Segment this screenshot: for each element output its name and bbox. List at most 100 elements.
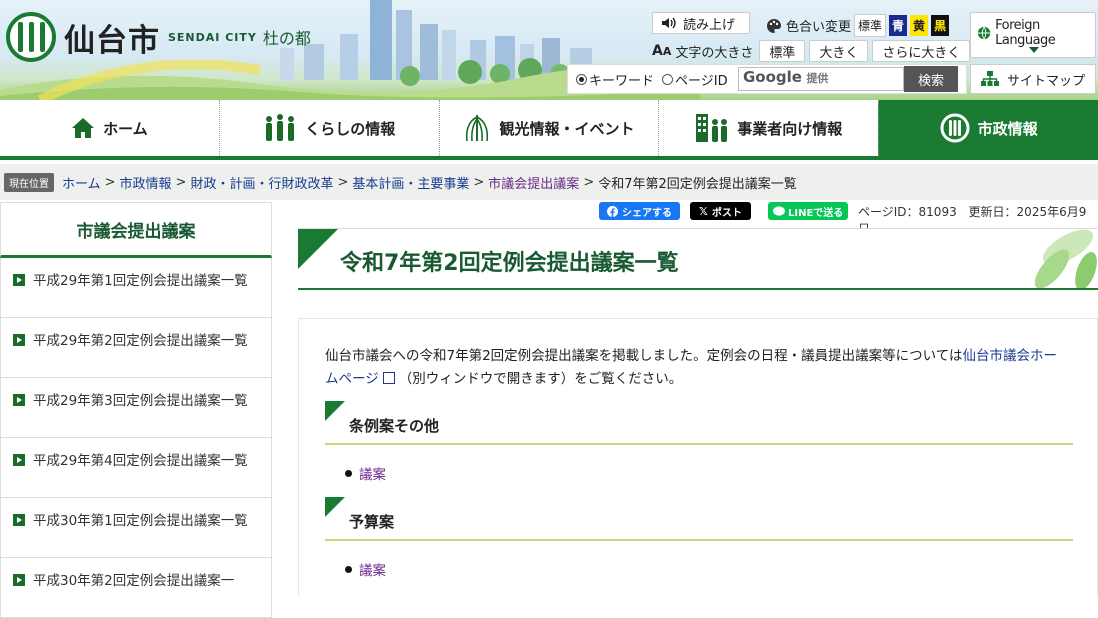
- nav-business[interactable]: 事業者向け情報: [658, 100, 878, 156]
- search-button[interactable]: 検索: [904, 66, 958, 92]
- site-header: 仙台市 SENDAI CITY 杜の都 読み上げ 色合い変更 標準 青 黄 黒 …: [0, 0, 1098, 100]
- x-post-button[interactable]: 𝕏 ポスト: [690, 202, 751, 220]
- search-bar: キーワード ページID Google 提供 検索: [567, 64, 967, 94]
- nav-city-government[interactable]: 市政情報: [878, 100, 1098, 156]
- nav-home[interactable]: ホーム: [0, 100, 219, 156]
- nav-tourism[interactable]: 観光情報・イベント: [438, 100, 659, 156]
- font-size-icon: AA: [652, 43, 672, 59]
- sidebar-item-label: 平成29年第3回定例会提出議案一覧: [33, 393, 248, 409]
- sendai-logo-mark-icon: [6, 12, 56, 62]
- sitemap-label: サイトマップ: [1007, 73, 1086, 89]
- arrow-right-icon: [13, 394, 25, 406]
- main-content: 仙台市議会への令和7年第2回定例会提出議案を掲載しました。定例会の日程・議員提出…: [298, 318, 1098, 595]
- lead-paragraph: 仙台市議会への令和7年第2回定例会提出議案を掲載しました。定例会の日程・議員提出…: [325, 345, 1065, 391]
- logo-english: SENDAI CITY: [168, 30, 257, 44]
- color-yellow-button[interactable]: 黄: [910, 15, 929, 36]
- foreign-language-button[interactable]: Foreign Language: [970, 12, 1096, 58]
- list-item: 議案: [345, 463, 386, 483]
- nav-tourism-label: 観光情報・イベント: [499, 119, 635, 138]
- facebook-share-button[interactable]: シェアする: [599, 202, 680, 220]
- site-logo[interactable]: 仙台市 SENDAI CITY 杜の都: [6, 12, 311, 62]
- font-size-standard-button[interactable]: 標準: [759, 40, 806, 62]
- nav-home-label: ホーム: [103, 119, 148, 138]
- section-heading: 条例案その他: [325, 401, 1073, 445]
- nav-city-government-label: 市政情報: [977, 119, 1038, 138]
- section-heading-label: 予算案: [349, 513, 395, 531]
- breadcrumb-current: 令和7年第2回定例会提出議案一覧: [598, 176, 797, 192]
- x-post-label: ポスト: [711, 207, 742, 219]
- arrow-right-icon: [13, 454, 25, 466]
- read-aloud-label: 読み上げ: [683, 17, 736, 33]
- font-size-large-button[interactable]: 大きく: [809, 40, 869, 62]
- sidebar-title: 市議会提出議案: [0, 202, 272, 258]
- sidebar-item[interactable]: 平成30年第2回定例会提出議案一: [0, 558, 272, 618]
- business-building-icon: [696, 114, 728, 142]
- color-change-label: 色合い変更: [786, 20, 852, 35]
- sitemap-button[interactable]: サイトマップ: [970, 64, 1096, 94]
- x-logo-icon: 𝕏: [699, 204, 708, 218]
- sidebar-item-label: 平成29年第1回定例会提出議案一覧: [33, 273, 248, 289]
- speaker-icon: [662, 17, 676, 29]
- lead-text-before: 仙台市議会への令和7年第2回定例会提出議案を掲載しました。定例会の日程・議員提出…: [325, 348, 963, 364]
- lead-text-after: （別ウィンドウで開きます）をご覧ください。: [398, 371, 683, 387]
- color-change-group: 色合い変更 標準 青 黄 黒: [766, 14, 950, 37]
- sidebar: 市議会提出議案 平成29年第1回定例会提出議案一覧 平成29年第2回定例会提出議…: [0, 202, 272, 618]
- nav-living[interactable]: くらしの情報: [218, 100, 439, 156]
- globe-icon: [977, 26, 991, 40]
- read-aloud-button[interactable]: 読み上げ: [652, 12, 750, 34]
- breadcrumb-link-council-bills[interactable]: 市議会提出議案: [488, 173, 579, 192]
- sidebar-item-label: 平成29年第4回定例会提出議案一覧: [33, 453, 248, 469]
- breadcrumb-link-basic-plan[interactable]: 基本計画・主要事業: [352, 173, 469, 192]
- family-icon: [266, 114, 295, 141]
- facebook-icon: [607, 205, 618, 217]
- breadcrumb-link-city-government[interactable]: 市政情報: [120, 173, 172, 192]
- arrow-right-icon: [13, 274, 25, 286]
- sidebar-item[interactable]: 平成29年第1回定例会提出議案一覧: [0, 258, 272, 318]
- leaves-decoration: [1034, 229, 1097, 288]
- section-heading: 予算案: [325, 497, 1073, 541]
- global-nav: ホーム くらしの情報 観光情報・イベント 事業者向け情報 市政情報: [0, 100, 1098, 160]
- facebook-share-label: シェアする: [622, 207, 672, 219]
- sidebar-item[interactable]: 平成30年第1回定例会提出議案一覧: [0, 498, 272, 558]
- search-keyword-label: キーワード: [589, 73, 655, 89]
- search-keyword-radio[interactable]: キーワード: [576, 70, 654, 89]
- search-page-id-radio[interactable]: ページID: [662, 70, 728, 89]
- line-share-label: LINEで送る: [788, 207, 844, 219]
- chevron-down-icon: [1029, 47, 1039, 53]
- line-icon: [773, 205, 785, 216]
- tanabata-icon: [466, 115, 489, 142]
- search-page-id-label: ページID: [675, 73, 728, 89]
- sidebar-item[interactable]: 平成29年第2回定例会提出議案一覧: [0, 318, 272, 378]
- bill-link[interactable]: 議案: [359, 463, 386, 483]
- page-id: ページID：81093: [858, 205, 957, 219]
- arrow-right-icon: [13, 514, 25, 526]
- sidebar-item[interactable]: 平成29年第4回定例会提出議案一覧: [0, 438, 272, 498]
- bill-link[interactable]: 議案: [359, 559, 386, 579]
- page-title-box: 令和7年第2回定例会提出議案一覧: [298, 228, 1098, 290]
- breadcrumb-link-home[interactable]: ホーム: [62, 173, 101, 192]
- radio-unchecked-icon: [662, 73, 674, 85]
- search-placeholder-brand: Google: [743, 68, 802, 86]
- nav-business-label: 事業者向け情報: [737, 119, 843, 138]
- arrow-right-icon: [13, 334, 25, 346]
- external-link-icon: [382, 372, 395, 384]
- logo-name: 仙台市: [64, 22, 160, 59]
- sidebar-item-label: 平成30年第1回定例会提出議案一覧: [33, 513, 248, 529]
- sitemap-icon: [981, 71, 999, 86]
- breadcrumb-link-finance[interactable]: 財政・計画・行財政改革: [190, 173, 333, 192]
- line-share-button[interactable]: LINEで送る: [768, 202, 849, 220]
- search-input[interactable]: Google 提供: [738, 67, 904, 91]
- font-size-larger-button[interactable]: さらに大きく: [872, 40, 971, 62]
- nav-living-label: くらしの情報: [305, 119, 396, 138]
- logo-subtitle: 杜の都: [262, 29, 311, 48]
- color-blue-button[interactable]: 青: [889, 15, 908, 36]
- sidebar-item[interactable]: 平成29年第3回定例会提出議案一覧: [0, 378, 272, 438]
- color-black-button[interactable]: 黒: [931, 15, 950, 36]
- breadcrumb: 現在位置 ホーム > 市政情報 > 財政・計画・行財政改革 > 基本計画・主要事業 > …: [0, 164, 1098, 200]
- breadcrumb-tag: 現在位置: [4, 172, 54, 192]
- city-emblem-icon: [940, 113, 970, 143]
- color-standard-button[interactable]: 標準: [854, 14, 887, 37]
- palette-icon: [767, 18, 781, 33]
- page-title: 令和7年第2回定例会提出議案一覧: [340, 251, 679, 276]
- sidebar-item-label: 平成29年第2回定例会提出議案一覧: [33, 333, 248, 349]
